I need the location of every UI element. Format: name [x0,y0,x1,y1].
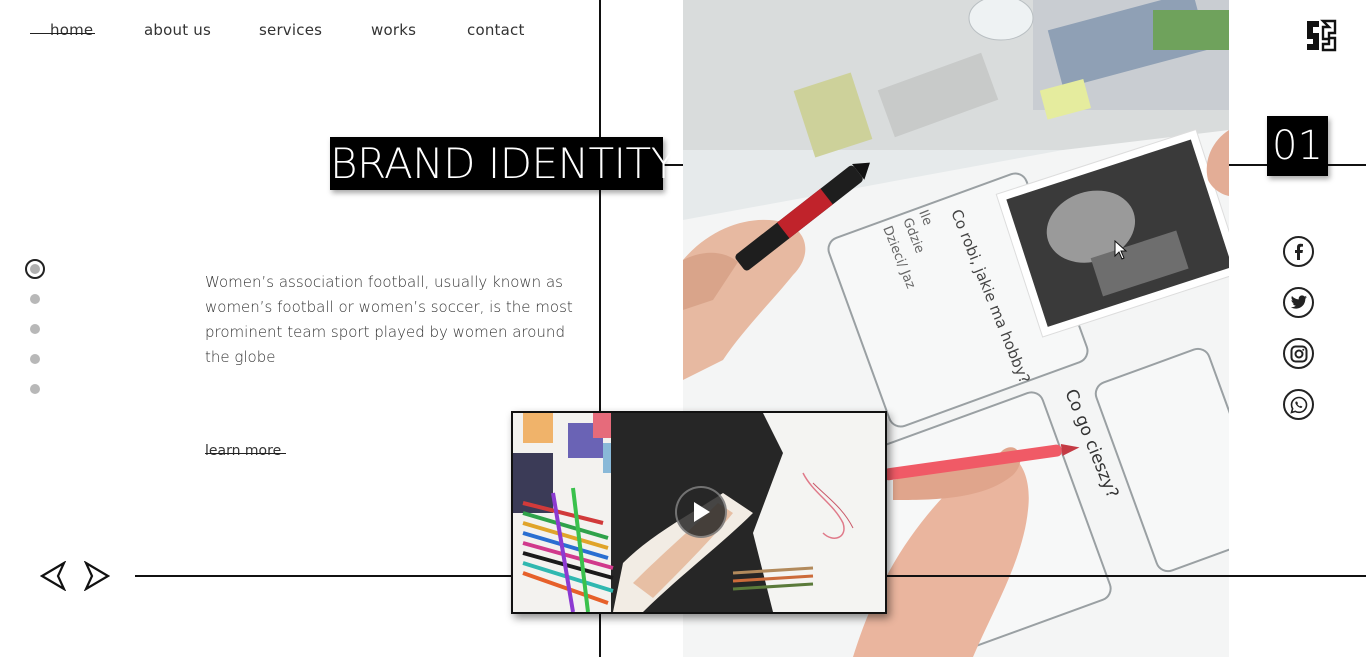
twitter-button[interactable] [1283,287,1314,318]
facebook-button[interactable] [1283,236,1314,267]
page-title: BRAND IDENTITY [330,137,676,190]
whatsapp-button[interactable] [1283,389,1314,420]
twitter-icon [1290,295,1307,309]
slide-number: 01 [1267,116,1328,176]
slide-dot-2[interactable] [30,294,40,304]
nav-about-us[interactable]: about us [144,21,211,39]
slide-dot-5[interactable] [30,384,40,394]
landing-page: home about us services works contact Co … [0,0,1366,657]
play-icon [694,502,710,522]
mouse-cursor-icon [1114,240,1128,260]
facebook-icon [1294,243,1303,260]
instagram-icon [1290,345,1307,362]
next-arrow-icon[interactable] [84,561,110,591]
whatsapp-icon [1289,396,1307,414]
prev-arrow-icon[interactable] [40,561,66,591]
instagram-button[interactable] [1283,338,1314,369]
nav-contact[interactable]: contact [467,21,525,39]
learn-more-link[interactable]: learn more [205,443,287,459]
logo-icon[interactable] [1305,19,1337,52]
hero-description: Women’s association football, usually kn… [205,273,573,366]
nav-services[interactable]: services [259,21,322,39]
video-thumbnail[interactable] [511,411,887,614]
slide-dot-3[interactable] [30,324,40,334]
nav-home[interactable]: home [29,21,96,39]
play-button[interactable] [675,486,727,538]
nav-works[interactable]: works [371,21,416,39]
slide-dot-4[interactable] [30,354,40,364]
slide-dot-1[interactable] [25,259,45,279]
